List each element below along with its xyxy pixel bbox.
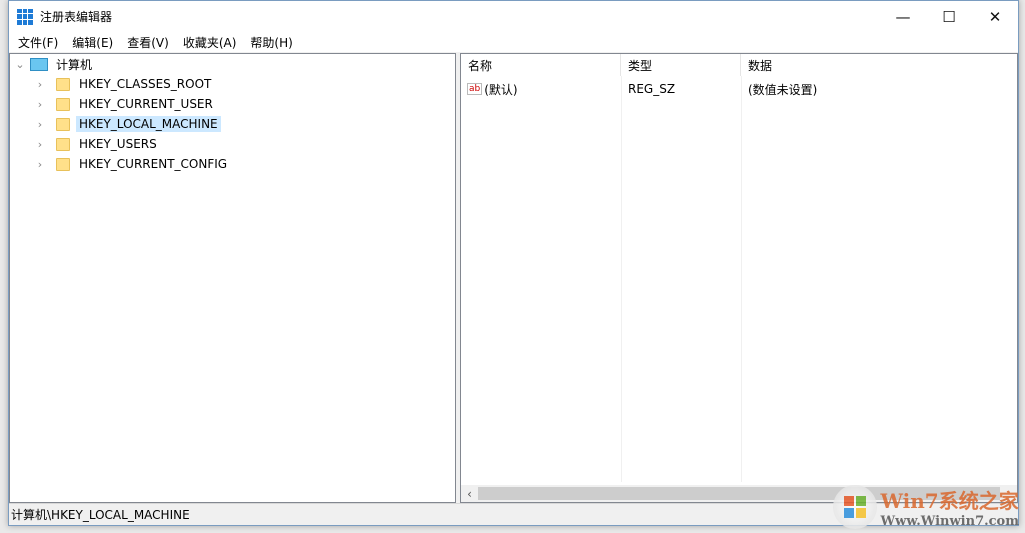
string-value-icon: ab bbox=[467, 83, 483, 95]
tree-node-label: HKEY_LOCAL_MACHINE bbox=[76, 116, 221, 132]
computer-icon bbox=[30, 57, 48, 71]
column-header-name[interactable]: 名称 bbox=[461, 54, 621, 76]
key-tree[interactable]: ⌄ 计算机 › HKEY_CLASSES_ROOT › HKEY_CURRENT_U… bbox=[9, 53, 456, 503]
scroll-left-icon[interactable]: ‹ bbox=[461, 487, 478, 501]
tree-node-label: HKEY_CURRENT_USER bbox=[79, 97, 213, 111]
chevron-right-icon[interactable]: › bbox=[34, 98, 46, 111]
chevron-right-icon[interactable]: › bbox=[34, 78, 46, 91]
column-header-type[interactable]: 类型 bbox=[621, 54, 741, 76]
tree-node-label: 计算机 bbox=[56, 57, 93, 72]
tree-node-hkey-current-user[interactable]: › HKEY_CURRENT_USER bbox=[34, 94, 216, 114]
tree-node-hkey-local-machine[interactable]: › HKEY_LOCAL_MACHINE bbox=[34, 114, 221, 134]
menu-bar: 文件(F) 编辑(E) 查看(V) 收藏夹(A) 帮助(H) bbox=[9, 32, 1018, 52]
window-title: 注册表编辑器 bbox=[40, 10, 113, 24]
registry-editor-window: 注册表编辑器 — ☐ ✕ 文件(F) 编辑(E) 查看(V) 收藏夹(A) 帮助… bbox=[8, 0, 1019, 526]
folder-icon bbox=[56, 77, 70, 91]
menu-edit[interactable]: 编辑(E) bbox=[65, 34, 120, 51]
value-list[interactable]: 名称 类型 数据 ab (默认) REG_SZ (数值未设置) ‹ bbox=[460, 53, 1018, 503]
chevron-right-icon[interactable]: › bbox=[34, 138, 46, 151]
menu-file[interactable]: 文件(F) bbox=[11, 34, 65, 51]
menu-favorites[interactable]: 收藏夹(A) bbox=[176, 34, 244, 51]
close-button[interactable]: ✕ bbox=[972, 1, 1018, 32]
chevron-right-icon[interactable]: › bbox=[34, 118, 46, 131]
tree-node-label: HKEY_USERS bbox=[79, 137, 157, 151]
windows-logo-icon bbox=[832, 485, 877, 529]
maximize-button[interactable]: ☐ bbox=[926, 1, 972, 32]
value-row-default[interactable]: ab (默认) bbox=[467, 80, 518, 98]
folder-icon bbox=[56, 157, 70, 171]
tree-node-label: HKEY_CURRENT_CONFIG bbox=[79, 157, 228, 171]
tree-node-computer[interactable]: ⌄ 计算机 bbox=[14, 54, 95, 74]
value-type: REG_SZ bbox=[628, 82, 676, 96]
watermark-title: Win7系统之家 bbox=[880, 489, 1019, 513]
column-divider bbox=[621, 76, 622, 482]
minimize-button[interactable]: — bbox=[880, 1, 926, 32]
chevron-down-icon[interactable]: ⌄ bbox=[14, 58, 26, 71]
column-header-data[interactable]: 数据 bbox=[741, 54, 861, 76]
tree-node-hkey-current-config[interactable]: › HKEY_CURRENT_CONFIG bbox=[34, 154, 230, 174]
value-name: (默认) bbox=[484, 82, 518, 97]
title-bar: 注册表编辑器 — ☐ ✕ bbox=[9, 1, 1018, 32]
folder-icon bbox=[56, 137, 70, 151]
column-divider bbox=[741, 76, 742, 482]
folder-icon bbox=[56, 97, 70, 111]
tree-node-hkey-users[interactable]: › HKEY_USERS bbox=[34, 134, 160, 154]
watermark-url: Www.Winwin7.com bbox=[880, 514, 1019, 529]
chevron-right-icon[interactable]: › bbox=[34, 158, 46, 171]
value-data: (数值未设置) bbox=[748, 82, 818, 97]
tree-node-label: HKEY_CLASSES_ROOT bbox=[79, 77, 212, 91]
watermark: Win7系统之家 Www.Winwin7.com bbox=[832, 485, 1019, 529]
folder-icon bbox=[56, 117, 70, 131]
menu-help[interactable]: 帮助(H) bbox=[243, 34, 299, 51]
status-path: 计算机\HKEY_LOCAL_MACHINE bbox=[11, 508, 190, 522]
menu-view[interactable]: 查看(V) bbox=[120, 34, 176, 51]
tree-node-hkey-classes-root[interactable]: › HKEY_CLASSES_ROOT bbox=[34, 74, 214, 94]
regedit-app-icon bbox=[17, 8, 33, 25]
